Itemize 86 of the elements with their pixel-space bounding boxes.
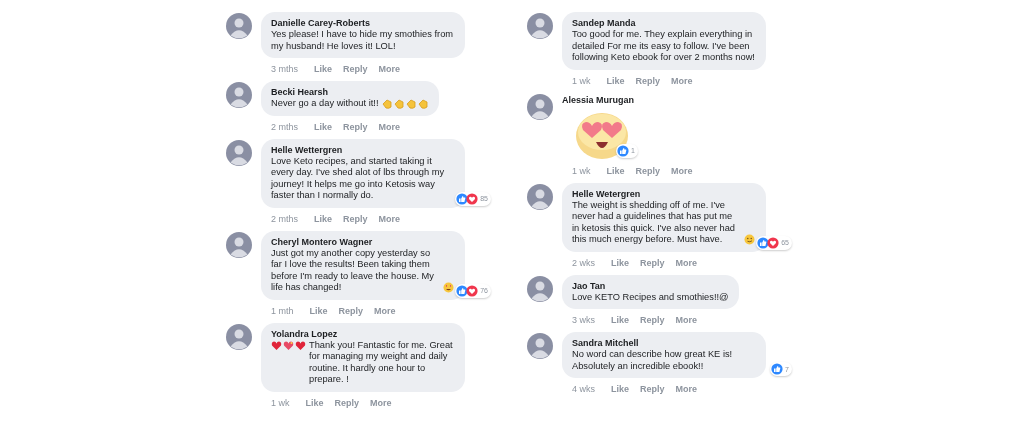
avatar-icon xyxy=(226,323,252,350)
reply-link[interactable]: Reply xyxy=(635,165,661,180)
clapping-hands-icon xyxy=(416,98,428,109)
like-link[interactable]: Like xyxy=(611,257,630,272)
avatar-icon xyxy=(527,183,553,210)
comment-text: Just got my another copy yesterday so far I love the results! Been taking them before I'm ready to leave the house. My life has changed! xyxy=(271,247,435,294)
clapping-hands-icon xyxy=(380,98,392,109)
more-link[interactable]: More xyxy=(675,257,698,272)
avatar-icon xyxy=(226,139,252,166)
avatar-icon xyxy=(527,93,553,120)
timestamp-link[interactable]: 3 wks xyxy=(572,315,595,329)
comment-text: No word can describe how great KE is! Absolutely an incredible ebook!! xyxy=(572,349,734,372)
like-reaction-icon xyxy=(771,363,784,375)
like-reaction-icon xyxy=(617,144,629,157)
author-name[interactable]: Jao Tan xyxy=(572,279,729,292)
like-link[interactable]: Like xyxy=(309,305,328,320)
timestamp-link[interactable]: 1 wk xyxy=(271,397,290,412)
author-name[interactable]: Sandra Mitchell xyxy=(572,337,756,349)
love-reaction-icon xyxy=(466,192,479,205)
like-link[interactable]: Like xyxy=(606,75,625,90)
timestamp-link[interactable]: 4 wks xyxy=(572,384,595,398)
more-link[interactable]: More xyxy=(378,121,401,136)
more-link[interactable]: More xyxy=(374,305,396,320)
author-name[interactable]: Helle Wettergren xyxy=(271,143,455,156)
more-link[interactable]: More xyxy=(671,165,693,180)
comment-text: Love KETO Recipes and smothies!!@ xyxy=(572,291,729,303)
author-name[interactable]: Alessia Murugan xyxy=(562,93,635,106)
smiling-emoji-icon xyxy=(744,234,755,245)
like-link[interactable]: Like xyxy=(314,121,333,136)
timestamp-link[interactable]: 1 wk xyxy=(572,165,591,180)
timestamp-link[interactable]: 1 wk xyxy=(572,75,591,90)
timestamp-link[interactable]: 1 mth xyxy=(271,305,294,320)
like-reaction-icon xyxy=(456,284,469,297)
like-link[interactable]: Like xyxy=(611,384,630,398)
avatar-icon xyxy=(226,231,252,258)
heart-icon xyxy=(295,339,306,351)
timestamp-link[interactable]: 3 mths xyxy=(271,64,298,78)
reply-link[interactable]: Reply xyxy=(343,64,368,78)
timestamp-link[interactable]: 2 mths xyxy=(271,213,298,228)
like-link[interactable]: Like xyxy=(611,315,630,329)
author-name[interactable]: Yolandra Lopez xyxy=(271,327,455,340)
like-link[interactable]: Like xyxy=(305,397,324,412)
more-link[interactable]: More xyxy=(370,397,392,412)
author-name[interactable]: Sandep Manda xyxy=(572,17,756,29)
more-link[interactable]: More xyxy=(378,64,401,78)
reply-link[interactable]: Reply xyxy=(635,75,661,90)
avatar-icon xyxy=(226,82,252,108)
reply-link[interactable]: Reply xyxy=(640,315,665,329)
avatar-icon xyxy=(527,333,553,359)
timestamp-link[interactable]: 2 wks xyxy=(572,257,595,272)
reply-link[interactable]: Reply xyxy=(343,213,368,228)
timestamp-link[interactable]: 2 mths xyxy=(271,121,298,136)
comment-text: Too good for me. They explain everything in detailed For me its easy to follow. I've been following Keto ebook for over 2 months now! xyxy=(572,29,756,64)
author-name[interactable]: Danielle Carey-Roberts xyxy=(271,17,455,29)
reply-link[interactable]: Reply xyxy=(338,305,364,320)
more-link[interactable]: More xyxy=(671,75,693,90)
reply-link[interactable]: Reply xyxy=(640,257,665,272)
clapping-hands-icon xyxy=(392,98,404,109)
comment-text: Love Keto recipes, and started taking it every day. I've shed alot of lbs through my journey! It helps me go into Ketosis way faster than I normally do. xyxy=(271,155,446,202)
more-link[interactable]: More xyxy=(378,213,401,228)
avatar-icon xyxy=(226,13,252,39)
sparkling-heart-icon xyxy=(283,339,294,351)
clapping-hands-icon xyxy=(404,98,416,109)
love-reaction-icon xyxy=(767,236,780,249)
author-name[interactable]: Cheryl Montero Wagner xyxy=(271,235,455,248)
comment-text: Never go a day without it!! xyxy=(271,98,379,110)
author-name[interactable]: Helle Wetergren xyxy=(572,187,756,200)
love-reaction-icon xyxy=(466,284,479,297)
like-link[interactable]: Like xyxy=(606,165,625,180)
more-link[interactable]: More xyxy=(675,315,698,329)
comment-text: The weight is shedding off of me. I've never had a guidelines that has put me in ketosis this quick. I've also never had this much energy before. Must have. xyxy=(572,199,736,246)
comment-text: Yes please! I have to hide my smothies from my husband! He loves it! LOL! xyxy=(271,29,455,52)
avatar-icon xyxy=(527,13,553,39)
like-link[interactable]: Like xyxy=(314,64,333,78)
reply-link[interactable]: Reply xyxy=(640,384,665,398)
more-link[interactable]: More xyxy=(675,384,698,398)
author-name[interactable]: Becki Hearsh xyxy=(271,86,429,98)
heart-icon xyxy=(271,339,282,351)
like-reaction-icon xyxy=(757,236,770,249)
star-eyes-emoji-icon xyxy=(443,282,454,293)
comment-text: Thank you! Fantastic for me. Great for managing my weight and daily routine. It hardly one hour to prepare. ! xyxy=(309,339,454,386)
avatar-icon xyxy=(527,275,553,302)
reply-link[interactable]: Reply xyxy=(334,397,360,412)
like-link[interactable]: Like xyxy=(314,213,333,228)
like-reaction-icon xyxy=(456,192,469,205)
reply-link[interactable]: Reply xyxy=(343,121,368,136)
